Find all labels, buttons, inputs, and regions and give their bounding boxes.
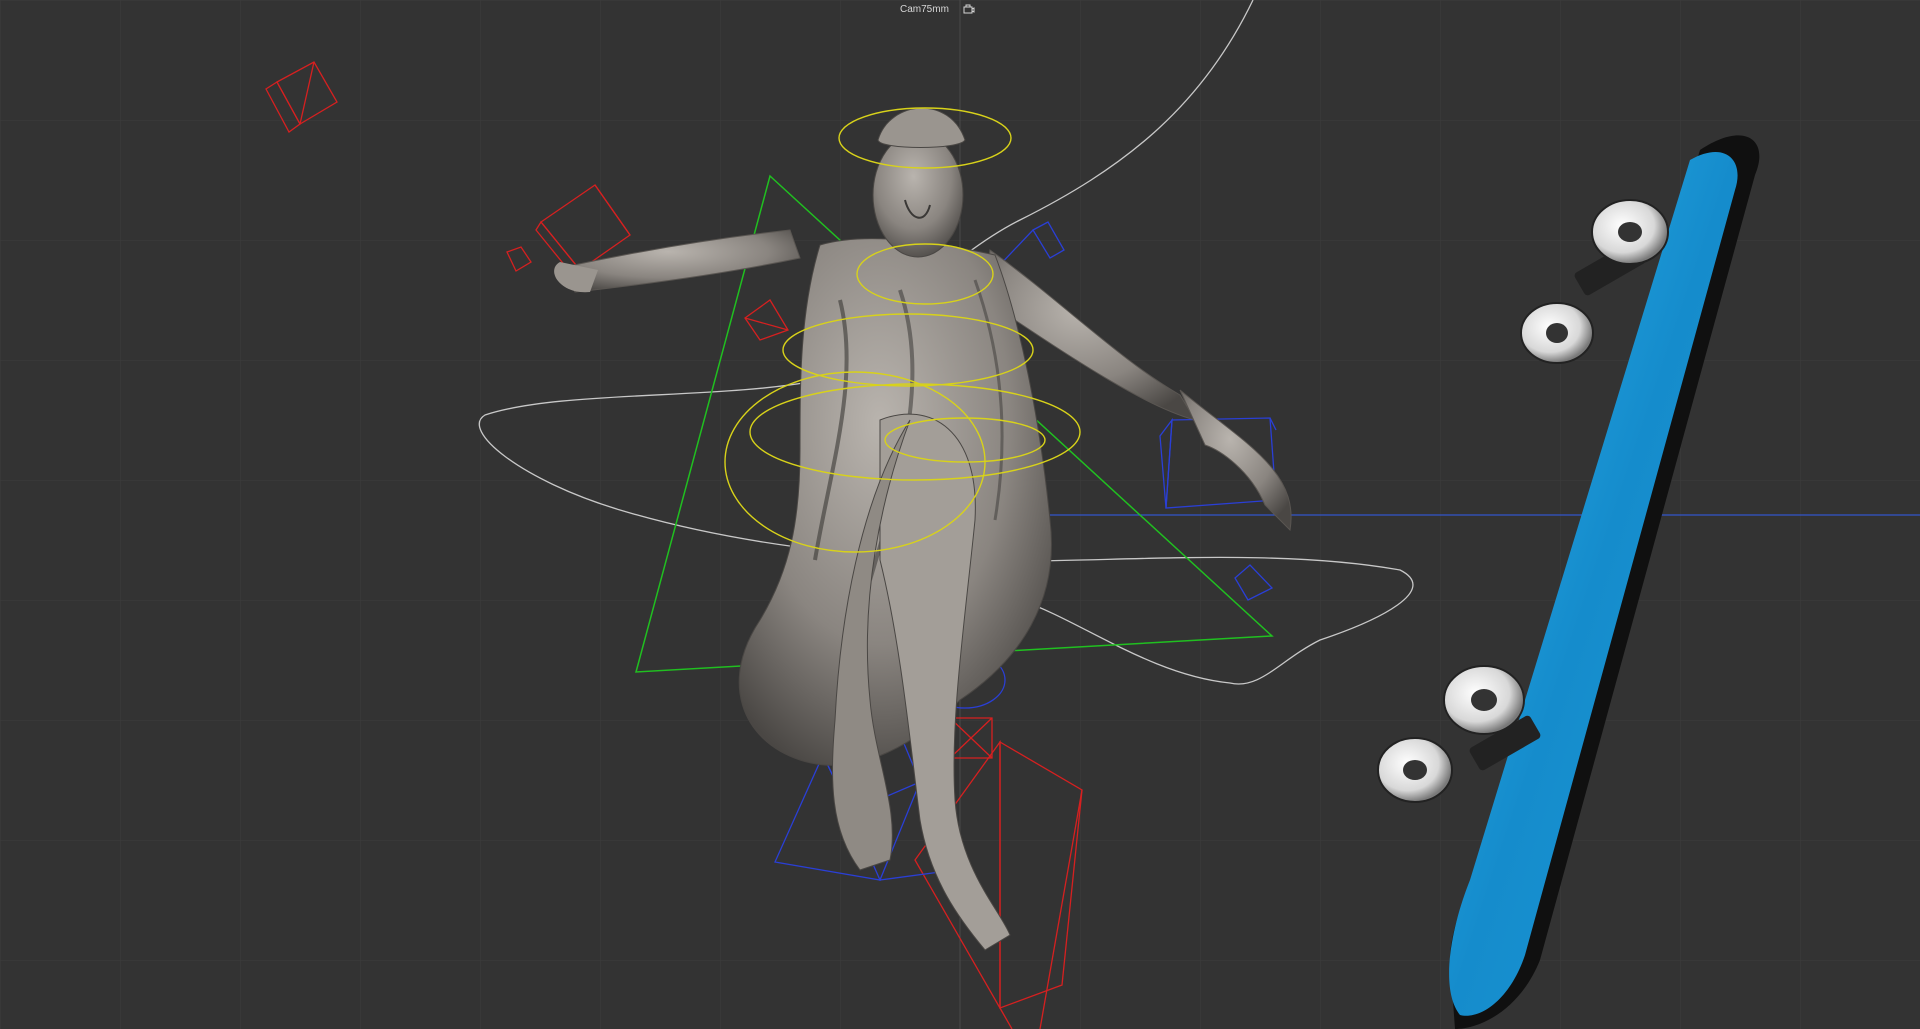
camera-name-label[interactable]: Cam75mm	[900, 2, 975, 16]
skateboard-wheel	[1591, 199, 1669, 265]
3d-viewport[interactable]: Cam75mm	[0, 0, 1920, 1029]
skateboard-wheel	[1520, 302, 1594, 364]
camera-lock-icon[interactable]	[963, 4, 975, 14]
viewport-canvas[interactable]	[0, 0, 1920, 1029]
skateboard-wheel	[1377, 737, 1453, 803]
camera-name: Cam75mm	[900, 3, 949, 15]
skateboard-wheel	[1443, 665, 1525, 735]
